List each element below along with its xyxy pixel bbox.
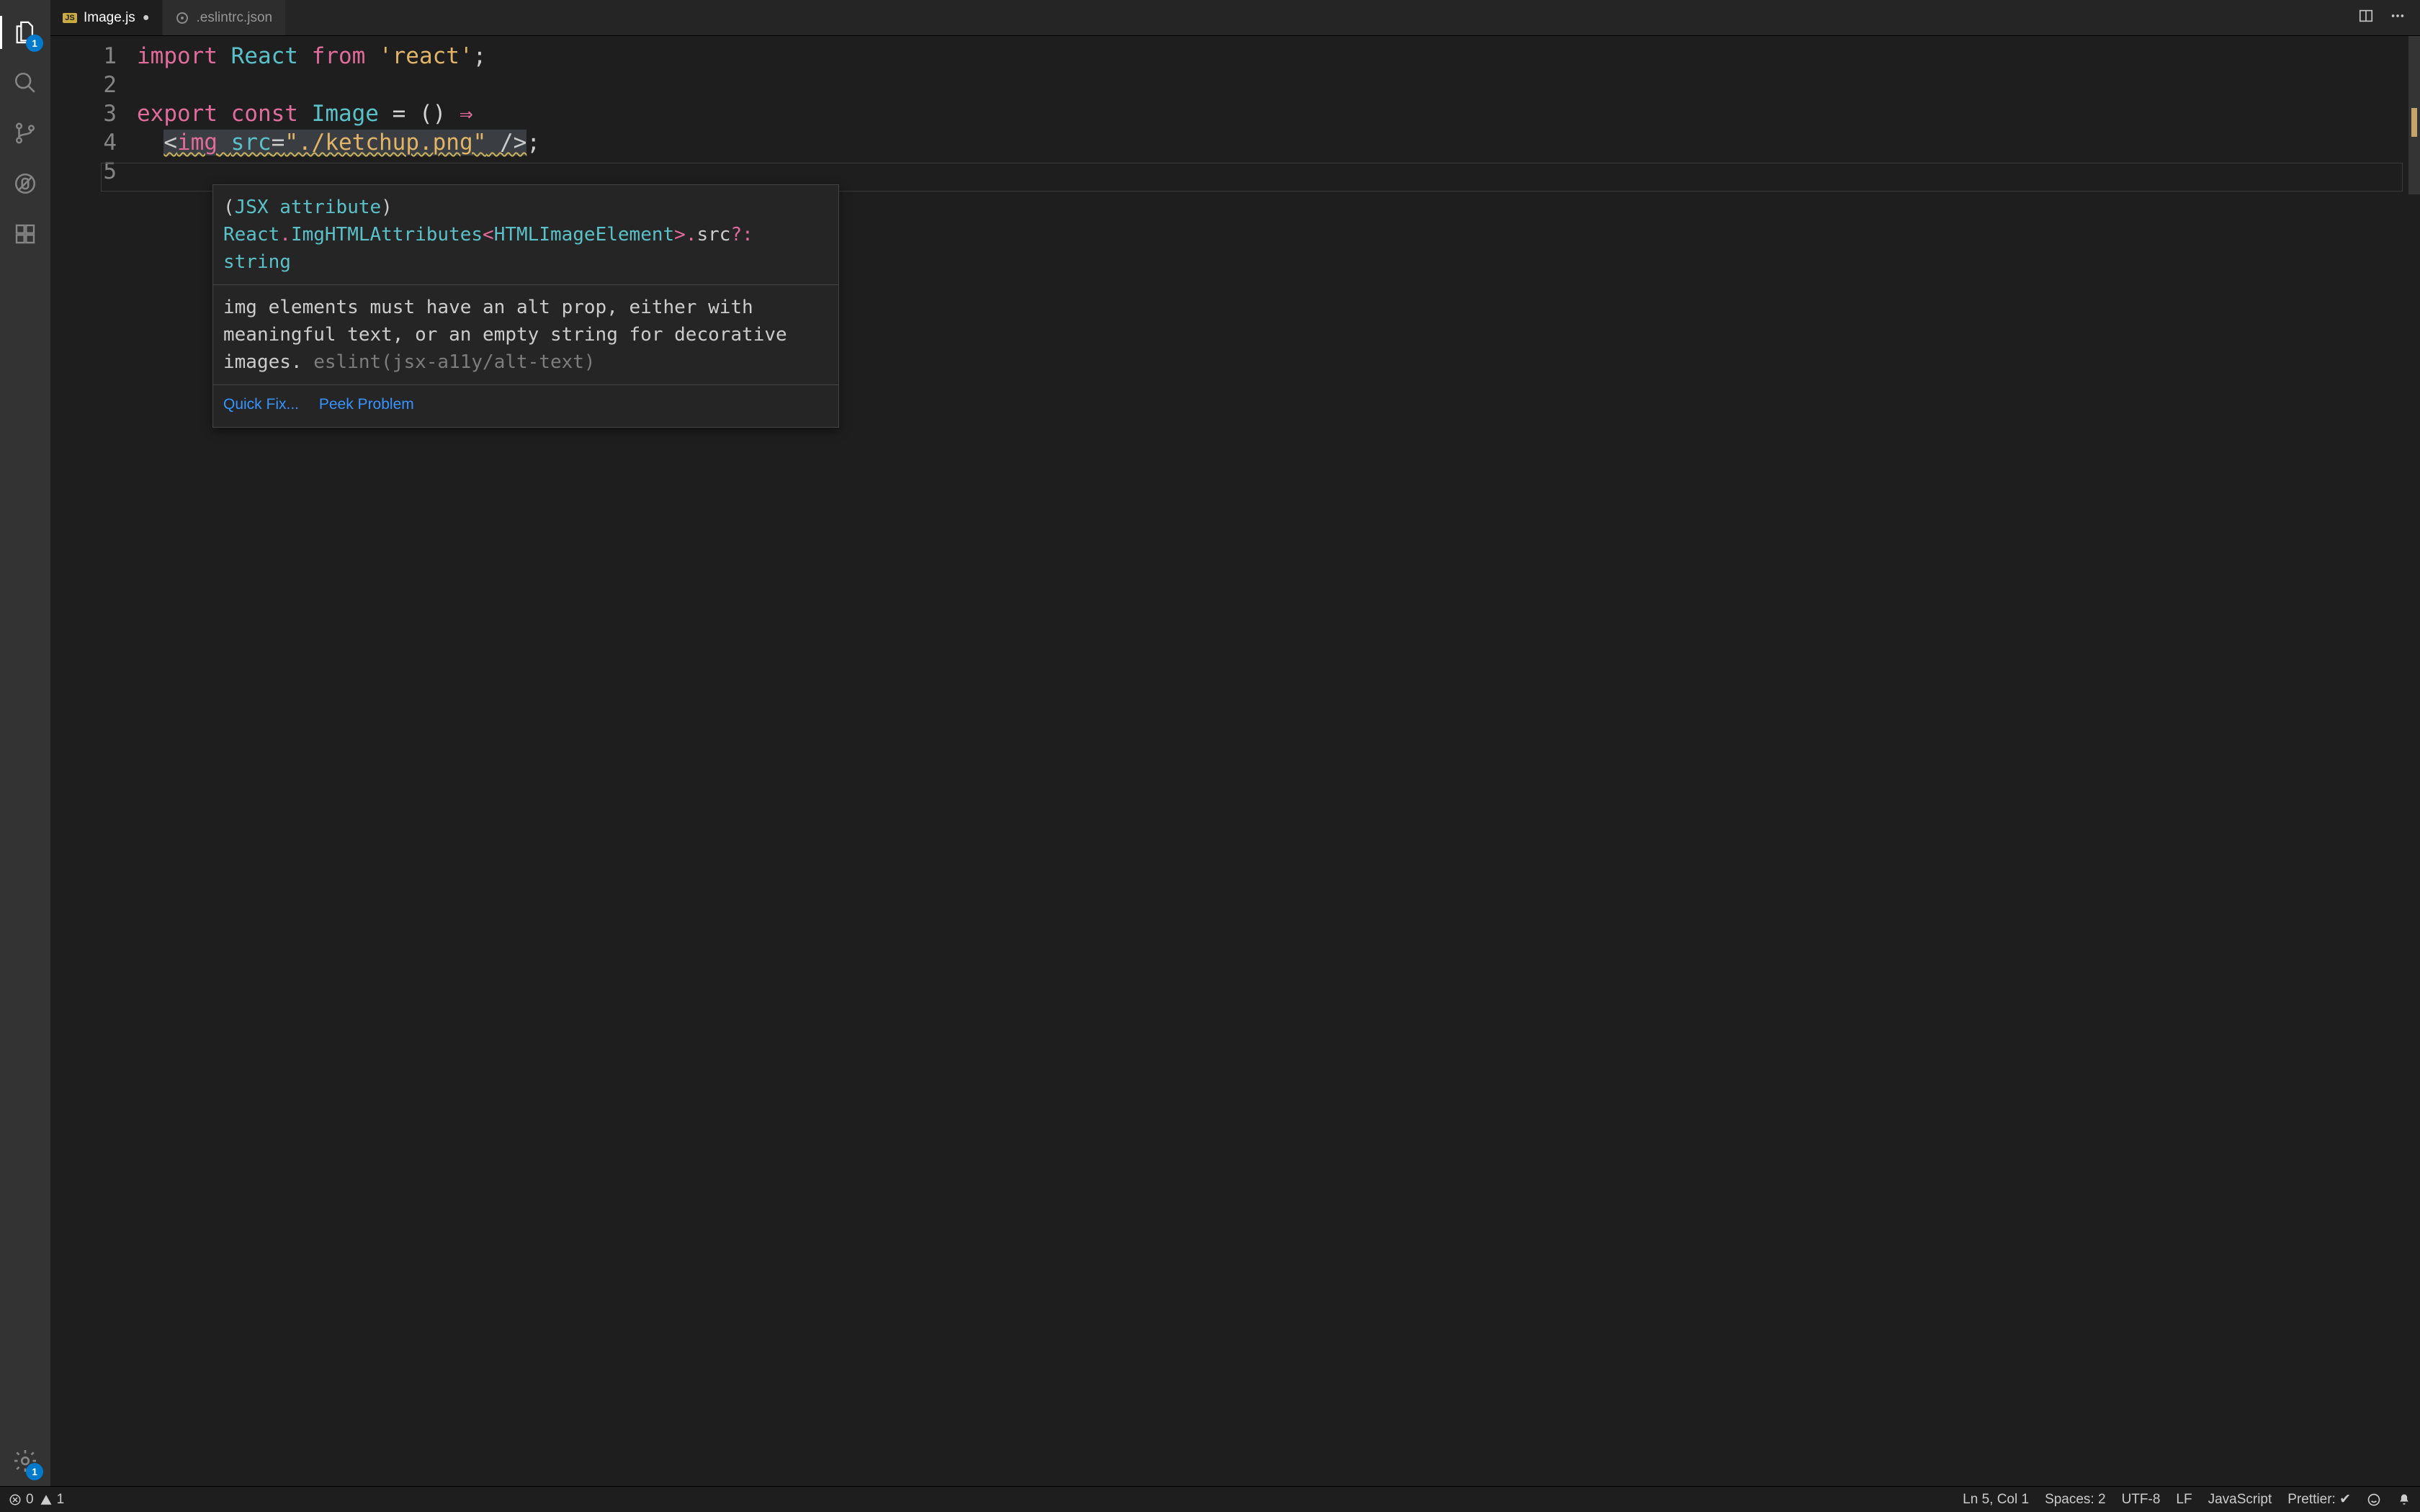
error-icon <box>9 1493 22 1506</box>
code-line: export const Image = () ⇒ <box>137 99 2420 128</box>
extensions-button[interactable] <box>0 209 50 259</box>
line-number: 3 <box>50 99 117 128</box>
extensions-icon <box>14 222 37 246</box>
editor-panel: JS Image.js ● .eslintrc.json <box>50 0 2420 1486</box>
status-errors-count: 0 <box>26 1492 34 1508</box>
code-line <box>137 157 2420 186</box>
peek-problem-link[interactable]: Peek Problem <box>319 396 414 413</box>
code-line <box>137 71 2420 99</box>
split-icon <box>2358 8 2374 24</box>
line-number: 5 <box>50 157 117 186</box>
line-number: 2 <box>50 71 117 99</box>
js-file-icon: JS <box>63 12 76 24</box>
settings-button[interactable]: 1 <box>0 1436 50 1486</box>
ellipsis-icon <box>2390 8 2406 24</box>
tab-bar: JS Image.js ● .eslintrc.json <box>50 0 2420 36</box>
no-bug-icon <box>13 171 37 196</box>
scrollbar-thumb[interactable] <box>2408 36 2420 194</box>
status-notifications[interactable] <box>2397 1493 2411 1507</box>
activity-bar: 1 <box>0 0 50 1486</box>
status-cursor[interactable]: Ln 5, Col 1 <box>1963 1492 2029 1508</box>
tab-label: .eslintrc.json <box>196 10 272 26</box>
hover-actions: Quick Fix... Peek Problem <box>213 384 838 427</box>
line-gutter: 1 2 3 4 5 <box>50 36 137 186</box>
hover-tooltip: (JSX attribute) React.ImgHTMLAttributes<… <box>212 184 839 428</box>
status-feedback[interactable] <box>2367 1493 2381 1507</box>
explorer-badge: 1 <box>26 35 43 52</box>
editor-actions <box>2344 0 2420 35</box>
status-language[interactable]: JavaScript <box>2208 1492 2272 1508</box>
tab-image-js[interactable]: JS Image.js ● <box>50 0 163 35</box>
quick-fix-link[interactable]: Quick Fix... <box>223 396 299 413</box>
line-number: 4 <box>50 128 117 157</box>
settings-badge: 1 <box>26 1463 43 1480</box>
scrollbar-track[interactable] <box>2408 36 2420 1486</box>
status-indent[interactable]: Spaces: 2 <box>2045 1492 2106 1508</box>
warning-icon <box>40 1493 53 1506</box>
more-actions-button[interactable] <box>2390 8 2406 27</box>
status-warnings-count: 1 <box>57 1492 65 1508</box>
tab-eslintrc[interactable]: .eslintrc.json <box>163 0 286 35</box>
line-number: 1 <box>50 42 117 71</box>
status-eol[interactable]: LF <box>2176 1492 2192 1508</box>
dirty-indicator-icon: ● <box>143 12 150 24</box>
explorer-button[interactable]: 1 <box>0 7 50 58</box>
debug-button[interactable] <box>0 158 50 209</box>
search-button[interactable] <box>0 58 50 108</box>
code-area[interactable]: import React from 'react'; export const … <box>137 36 2420 186</box>
code-line: import React from 'react'; <box>137 42 2420 71</box>
hover-rule: eslint(jsx-a11y/alt-text) <box>313 351 595 373</box>
smiley-icon <box>2367 1493 2381 1507</box>
status-warnings[interactable]: 1 <box>40 1492 65 1508</box>
status-encoding[interactable]: UTF-8 <box>2122 1492 2161 1508</box>
status-bar: 0 1 Ln 5, Col 1 Spaces: 2 UTF-8 LF JavaS… <box>0 1486 2420 1512</box>
tab-label: Image.js <box>84 10 135 26</box>
code-line: <img src="./ketchup.png" />; <box>137 128 2420 157</box>
search-icon <box>13 71 37 95</box>
bell-icon <box>2397 1493 2411 1507</box>
status-prettier[interactable]: Prettier: ✔ <box>2287 1491 2351 1508</box>
hover-signature: (JSX attribute) React.ImgHTMLAttributes<… <box>213 185 838 284</box>
hover-problem: img elements must have an alt prop, eith… <box>213 284 838 384</box>
editor-body[interactable]: 1 2 3 4 5 import React from 'react'; exp… <box>50 36 2420 1486</box>
split-editor-button[interactable] <box>2358 8 2374 27</box>
status-errors[interactable]: 0 <box>9 1492 34 1508</box>
git-branch-icon <box>13 121 37 145</box>
eslint-file-icon <box>176 12 189 24</box>
source-control-button[interactable] <box>0 108 50 158</box>
